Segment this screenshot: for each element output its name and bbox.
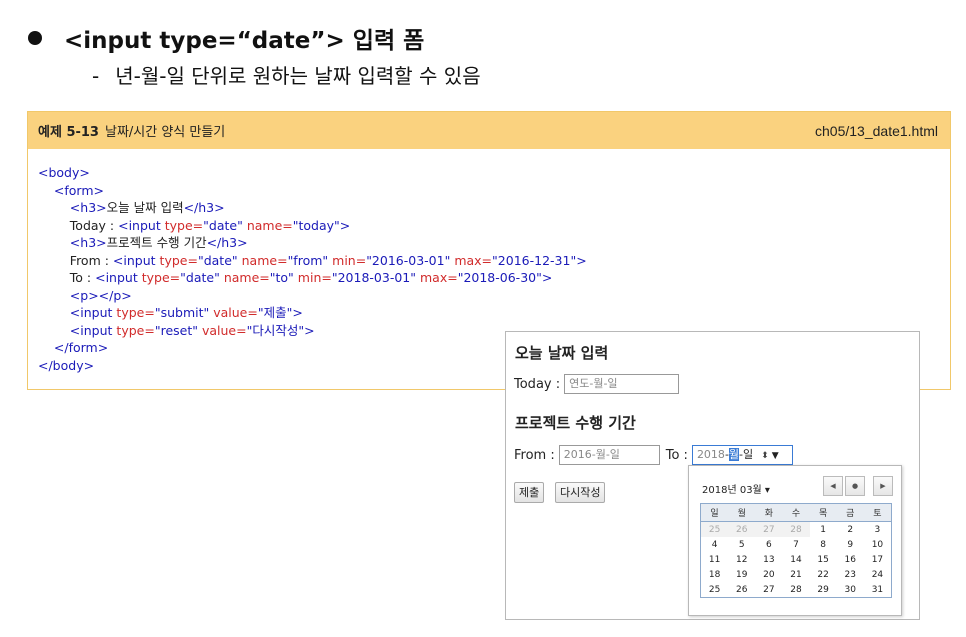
from-date-input[interactable]: 2016-월-일 — [558, 445, 660, 465]
calendar-day[interactable]: 9 — [837, 537, 864, 552]
calendar-day[interactable]: 1 — [810, 522, 837, 538]
calendar-day[interactable]: 28 — [782, 582, 809, 598]
to-month-selected: 월 — [728, 448, 740, 461]
calendar-week: 18 19 20 21 22 23 24 — [701, 567, 892, 582]
weekday-header: 일월화수목금토 — [700, 503, 892, 522]
calendar-day[interactable]: 31 — [864, 582, 892, 598]
from-label: From : — [514, 447, 555, 463]
to-year: 2018 — [696, 448, 725, 461]
calendar-day[interactable]: 14 — [782, 552, 809, 567]
example-path: ch05/13_date1.html — [815, 122, 938, 139]
calendar-day[interactable]: 10 — [864, 537, 892, 552]
slide-heading: <input type=“date”> 입력 폼 — [28, 18, 424, 58]
calendar-day[interactable]: 17 — [864, 552, 892, 567]
weekday-5: 금 — [836, 503, 864, 522]
calendar-day[interactable]: 27 — [755, 582, 782, 598]
range-row: From : 2016-월-일 To : 2018-월-일 ⬍ ▼ — [514, 445, 793, 465]
subline-text: 년-월-일 단위로 원하는 날짜 입력할 수 있음 — [115, 64, 481, 88]
calendar-day[interactable]: 27 — [755, 521, 783, 537]
heading-text: <input type=“date”> 입력 폼 — [64, 28, 425, 54]
calendar-day[interactable]: 24 — [864, 567, 892, 582]
from-placeholder: 2016-월-일 — [563, 448, 620, 461]
calendar-week: 4 5 6 7 8 9 10 — [701, 537, 892, 552]
calendar-day[interactable]: 4 — [701, 537, 729, 552]
calendar-day[interactable]: 12 — [728, 552, 755, 567]
example-number: 예제 5-13 — [38, 125, 99, 140]
weekday-6: 토 — [863, 503, 892, 522]
today-heading: 오늘 날짜 입력 — [515, 344, 609, 362]
today-dot-icon[interactable]: ● — [845, 476, 865, 496]
calendar-day[interactable]: 22 — [810, 567, 837, 582]
calendar-day[interactable]: 20 — [755, 567, 782, 582]
today-label: Today : — [514, 376, 561, 392]
weekday-4: 목 — [809, 503, 837, 522]
dropdown-arrow-icon[interactable]: ▼ — [772, 447, 779, 465]
project-heading: 프로젝트 수행 기간 — [515, 414, 636, 432]
date-picker-popup: 2018년 03월 ▾ ◀ ● ▶ 일월화수목금토 25 26 27 28 1 2 3 4 5 6… — [688, 465, 902, 616]
picker-nav: ◀ ● ▶ — [823, 476, 893, 496]
calendar-day[interactable]: 13 — [755, 552, 782, 567]
calendar-week: 11 12 13 14 15 16 17 — [701, 552, 892, 567]
to-label: To : — [665, 447, 688, 463]
calendar-day[interactable]: 16 — [837, 552, 864, 567]
next-month-icon[interactable]: ▶ — [873, 476, 893, 496]
calendar-day[interactable]: 2 — [837, 522, 864, 538]
calendar-grid: 일월화수목금토 25 26 27 28 1 2 3 4 5 6 7 8 9 10 11 12 13 14 15 16 1… — [700, 503, 892, 598]
calendar-day[interactable]: 29 — [810, 582, 837, 598]
bullet-icon — [28, 31, 42, 45]
calendar-day[interactable]: 6 — [755, 537, 782, 552]
calendar-body: 25 26 27 28 1 2 3 4 5 6 7 8 9 10 11 12 13 14 15 16 17 18 19 20 2… — [700, 521, 892, 598]
weekday-2: 화 — [755, 503, 783, 522]
to-day: 일 — [743, 448, 754, 461]
example-header: 예제 5-13 날짜/시간 양식 만들기 ch05/13_date1.html — [28, 112, 950, 149]
spinner-icon[interactable]: ⬍ — [761, 447, 769, 465]
calendar-day[interactable]: 3 — [864, 522, 892, 538]
calendar-day[interactable]: 26 — [728, 521, 756, 537]
calendar-day[interactable]: 28 — [782, 521, 810, 537]
browser-render-window: 오늘 날짜 입력 Today : 연도-월-일 프로젝트 수행 기간 From … — [505, 331, 920, 620]
calendar-week: 25 26 27 28 29 30 31 — [701, 582, 892, 598]
calendar-day[interactable]: 30 — [837, 582, 864, 598]
calendar-day[interactable]: 5 — [728, 537, 755, 552]
slide-subline: - 년-월-일 단위로 원하는 날짜 입력할 수 있음 — [92, 60, 481, 89]
calendar-day[interactable]: 21 — [782, 567, 809, 582]
submit-button[interactable]: 제출 — [514, 482, 545, 503]
calendar-day[interactable]: 15 — [810, 552, 837, 567]
prev-month-icon[interactable]: ◀ — [823, 476, 843, 496]
calendar-day[interactable]: 23 — [837, 567, 864, 582]
calendar-day[interactable]: 8 — [810, 537, 837, 552]
weekday-3: 수 — [782, 503, 810, 522]
calendar-day[interactable]: 18 — [701, 567, 729, 582]
today-placeholder: 연도-월-일 — [569, 377, 618, 390]
weekday-0: 일 — [700, 503, 729, 522]
subline-dash: - — [92, 64, 100, 88]
calendar-day[interactable]: 25 — [700, 521, 729, 537]
today-date-input[interactable]: 연도-월-일 — [564, 374, 680, 394]
weekday-1: 월 — [728, 503, 756, 522]
calendar-day[interactable]: 11 — [701, 552, 729, 567]
reset-button[interactable]: 다시작성 — [555, 482, 606, 503]
calendar-day[interactable]: 19 — [728, 567, 755, 582]
example-title: 날짜/시간 양식 만들기 — [104, 125, 226, 140]
calendar-day[interactable]: 25 — [701, 582, 729, 598]
today-row: Today : 연도-월-일 — [514, 374, 680, 394]
to-date-input[interactable]: 2018-월-일 ⬍ ▼ — [691, 445, 793, 465]
picker-month-select[interactable]: 2018년 03월 ▾ — [702, 481, 770, 496]
calendar-week: 25 26 27 28 1 2 3 — [700, 521, 892, 538]
calendar-day[interactable]: 7 — [782, 537, 809, 552]
calendar-day[interactable]: 26 — [728, 582, 755, 598]
